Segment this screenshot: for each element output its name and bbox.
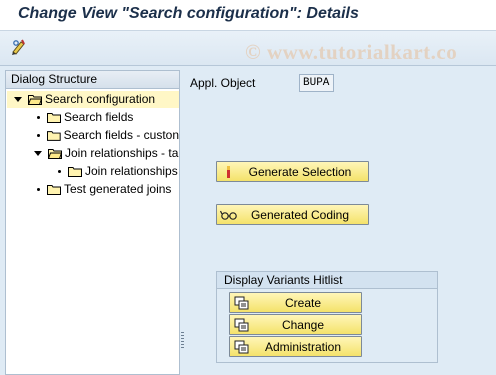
display-variants-title: Display Variants Hitlist xyxy=(217,272,437,289)
expand-arrow-icon[interactable] xyxy=(34,151,42,156)
tree-item-search-fields[interactable]: Search fields xyxy=(7,109,179,126)
tree-item-label: Search fields xyxy=(64,110,134,124)
appl-object-label: Appl. Object xyxy=(190,76,256,90)
create-button[interactable]: Create xyxy=(229,292,362,313)
variant-administration-icon xyxy=(233,339,251,355)
change-label: Change xyxy=(281,317,325,332)
dialog-structure-header: Dialog Structure xyxy=(6,71,179,89)
folder-icon xyxy=(68,167,82,177)
coding-glasses-icon xyxy=(220,207,238,223)
tree-item-search-configuration[interactable]: Search configuration xyxy=(7,91,179,108)
tree-item-search-fields-custom[interactable]: Search fields - custon xyxy=(7,127,179,144)
folder-open-icon xyxy=(28,95,42,105)
dialog-structure-pane: Dialog Structure Search configuration Se… xyxy=(5,70,180,375)
display-change-button[interactable] xyxy=(8,37,30,57)
bullet-icon xyxy=(37,134,40,137)
pane-splitter[interactable] xyxy=(180,66,186,375)
appl-object-field: BUPA xyxy=(299,74,334,92)
change-button[interactable]: Change xyxy=(229,314,362,335)
generate-selection-label: Generate Selection xyxy=(248,164,352,179)
tree-item-label: Search configuration xyxy=(45,92,156,106)
folder-icon xyxy=(47,185,61,195)
tree-item-join-relationships-table[interactable]: Join relationships - ta xyxy=(7,145,179,162)
tree-item-label: Join relationships - ta xyxy=(65,146,179,160)
expand-arrow-icon[interactable] xyxy=(14,97,22,102)
folder-icon xyxy=(46,131,61,141)
create-label: Create xyxy=(284,295,322,310)
title-bar: Change View "Search configuration": Deta… xyxy=(0,0,496,31)
bullet-icon xyxy=(58,170,61,173)
tree-item-label: Test generated joins xyxy=(64,182,172,196)
splitter-grip-icon[interactable] xyxy=(181,332,184,348)
tree-item-test-generated-joins[interactable]: Test generated joins xyxy=(7,181,179,198)
tree-item-join-relationships[interactable]: Join relationships xyxy=(7,163,179,180)
generate-selection-button[interactable]: Generate Selection xyxy=(216,161,369,182)
folder-icon xyxy=(47,113,61,123)
variant-change-icon xyxy=(233,317,251,333)
bullet-icon xyxy=(37,116,40,119)
generated-coding-label: Generated Coding xyxy=(250,207,350,222)
tree-item-label: Search fields - custon xyxy=(63,128,179,142)
variant-create-icon xyxy=(233,295,251,311)
display-change-icon xyxy=(12,39,25,55)
window-title: Change View "Search configuration": Deta… xyxy=(18,5,359,22)
generate-icon xyxy=(220,164,238,180)
administration-button[interactable]: Administration xyxy=(229,336,362,357)
folder-open-icon xyxy=(48,149,62,159)
bullet-icon xyxy=(37,188,40,191)
administration-label: Administration xyxy=(264,339,342,354)
tree-item-label: Join relationships xyxy=(85,164,178,178)
generated-coding-button[interactable]: Generated Coding xyxy=(216,204,369,225)
watermark: © www.tutorialkart.co xyxy=(245,40,458,64)
